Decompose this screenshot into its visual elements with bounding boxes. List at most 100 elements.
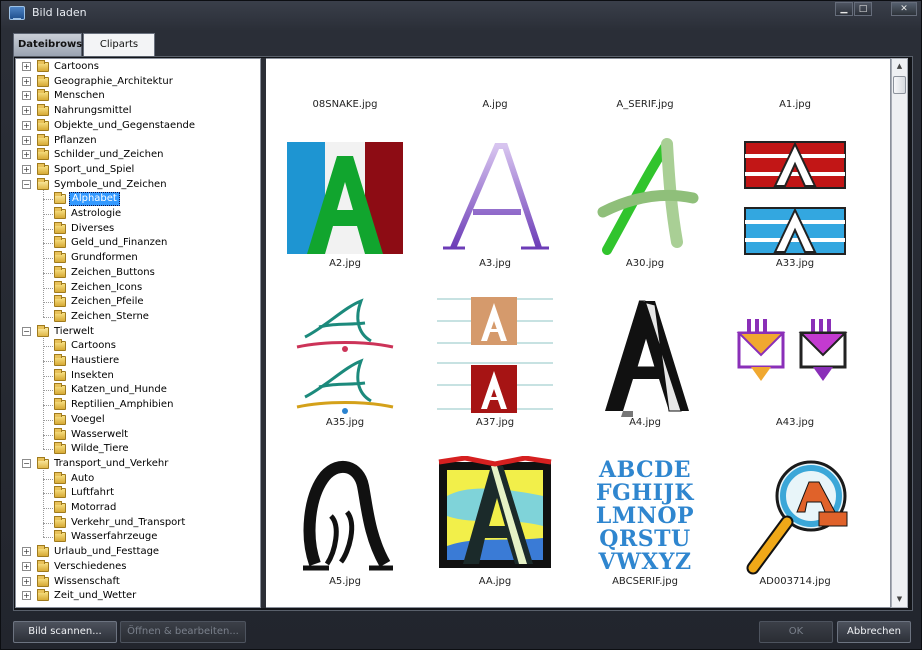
tree-item[interactable]: Wasserfahrzeuge [16, 530, 260, 544]
tree-item[interactable]: − Tierwelt [16, 324, 260, 339]
folder-icon [54, 427, 66, 440]
thumbnail-item[interactable]: A2.jpg [270, 138, 420, 290]
tree-item[interactable]: Wasserwelt [16, 427, 260, 442]
tree-item[interactable]: Zeichen_Pfeile [16, 295, 260, 309]
expander-toggle-icon[interactable]: + [22, 576, 31, 586]
expander-toggle-icon[interactable]: + [22, 135, 31, 145]
tree-item[interactable]: Diverses [16, 221, 260, 236]
tree-item[interactable]: Alphabet [16, 192, 260, 207]
tab-dateibrowser[interactable]: Dateibrowser [13, 33, 94, 56]
tree-item[interactable]: Geld_und_Finanzen [16, 236, 260, 250]
tree-item[interactable]: + Schilder_und_Zeichen [16, 148, 260, 162]
thumbnail-item[interactable]: A30.jpg [570, 138, 720, 290]
cancel-button[interactable]: Abbrechen [837, 621, 911, 643]
tree-item[interactable]: Katzen_und_Hunde [16, 383, 260, 397]
tree-item[interactable]: Astrologie [16, 207, 260, 221]
expander-toggle-icon[interactable]: + [22, 150, 31, 160]
thumbnail-grid[interactable]: 08SNAKE.jpg A.jpg A_SERIF.jpg A1.jpg A2.jpg A… [266, 58, 891, 608]
alphabet-line: QRSTU [599, 525, 691, 552]
expander-toggle-icon[interactable]: + [22, 120, 31, 130]
tree-item[interactable]: Zeichen_Buttons [16, 265, 260, 280]
tree-item[interactable]: − Transport_und_Verkehr [16, 456, 260, 471]
expander-toggle-icon[interactable]: + [22, 91, 31, 101]
thumbnail-item[interactable]: A5.jpg [270, 456, 420, 607]
thumbnail-item[interactable]: A35.jpg [270, 297, 420, 449]
tree-item[interactable]: + Urlaub_und_Festtage [16, 545, 260, 559]
expander-toggle-icon[interactable]: + [22, 106, 31, 116]
tree-item-label: Objekte_und_Gegenstaende [54, 119, 196, 131]
folder-icon [54, 192, 66, 205]
tree-item[interactable]: Zeichen_Icons [16, 280, 260, 295]
category-tree[interactable]: + Cartoons + Geographie_Architektur + Mensche… [15, 58, 261, 608]
expander-toggle-icon[interactable]: + [22, 561, 31, 571]
expander-toggle-icon[interactable]: − [22, 179, 31, 189]
tree-item[interactable]: Grundformen [16, 251, 260, 265]
scroll-down-arrow-icon[interactable]: ▼ [892, 592, 907, 607]
thumbnail-item[interactable]: AA.jpg [420, 455, 570, 607]
thumbnail-item[interactable]: 08SNAKE.jpg [270, 59, 420, 131]
ok-button[interactable]: OK [759, 621, 833, 643]
expander-toggle-icon[interactable]: + [22, 62, 31, 71]
scan-image-button[interactable]: Bild scannen... [13, 621, 117, 643]
thumbnail-item[interactable]: ABCDE FGHIJK LMNOP QRSTU VWXYZ ABCSERIF.jpg [570, 456, 720, 607]
expander-toggle-icon[interactable]: + [22, 164, 31, 174]
tree-item[interactable]: + Nahrungsmittel [16, 104, 260, 118]
letter-a-tiles-clipart [435, 297, 555, 417]
tree-item[interactable]: Zeichen_Sterne [16, 309, 260, 324]
thumbnail-filename: A30.jpg [625, 258, 665, 269]
thumbnail-item[interactable]: A37.jpg [420, 297, 570, 449]
thumbnail-item[interactable]: A4.jpg [570, 297, 720, 449]
vertical-scrollbar[interactable]: ▲ ▼ [891, 58, 908, 608]
thumbnail-filename: AA.jpg [478, 576, 512, 587]
expander-toggle-icon[interactable]: − [22, 326, 31, 336]
expander-toggle-icon[interactable]: + [22, 591, 31, 601]
tab-cliparts[interactable]: Cliparts [83, 33, 155, 56]
tree-item[interactable]: Cartoons [16, 339, 260, 353]
tree-item[interactable]: Insekten [16, 368, 260, 383]
tree-item[interactable]: Motorrad [16, 501, 260, 515]
tree-item[interactable]: + Wissenschaft [16, 574, 260, 589]
tree-item-label: Motorrad [71, 502, 117, 513]
tree-item-label: Cartoons [71, 340, 116, 352]
tree-item[interactable]: Reptilien_Amphibien [16, 398, 260, 412]
tree-item[interactable]: Auto [16, 471, 260, 486]
tree-item[interactable]: + Cartoons [16, 60, 260, 74]
thumbnail-item[interactable]: A1.jpg [720, 59, 870, 131]
tree-item[interactable]: + Geographie_Architektur [16, 74, 260, 89]
monitor-icon [9, 6, 25, 20]
tree-item[interactable]: + Pflanzen [16, 133, 260, 148]
tree-item[interactable]: Voegel [16, 412, 260, 427]
tree-item[interactable]: + Objekte_und_Gegenstaende [16, 118, 260, 133]
thumbnail-item[interactable]: AD003714.jpg [720, 456, 870, 607]
tree-item[interactable]: + Menschen [16, 89, 260, 103]
expander-toggle-icon[interactable]: + [22, 547, 31, 557]
thumbnail-item[interactable]: A.jpg [420, 59, 570, 131]
maximize-button[interactable]: □ [854, 2, 872, 16]
open-edit-button[interactable]: Öffnen & bearbeiten... [120, 621, 246, 643]
tree-item[interactable]: + Verschiedenes [16, 559, 260, 574]
tree-item[interactable]: Luftfahrt [16, 486, 260, 500]
thumbnail-item[interactable]: A33.jpg [720, 138, 870, 290]
expander-toggle-icon[interactable]: + [22, 76, 31, 86]
expander-toggle-icon[interactable]: − [22, 458, 31, 468]
thumbnail-filename: A43.jpg [775, 417, 815, 428]
close-button[interactable]: ✕ [891, 2, 917, 16]
tree-item-label: Cartoons [54, 61, 99, 72]
tree-item[interactable]: − Symbole_und_Zeichen [16, 177, 260, 192]
tree-item[interactable]: Verkehr_und_Transport [16, 515, 260, 530]
tree-item[interactable]: + Zeit_und_Wetter [16, 589, 260, 603]
tree-item[interactable]: + Sport_und_Spiel [16, 162, 260, 177]
folder-icon [54, 486, 66, 499]
thumbnail-item[interactable]: A3.jpg [420, 138, 570, 290]
thumbnail-item[interactable]: A43.jpg [720, 297, 870, 449]
folder-icon [54, 265, 66, 278]
scroll-up-arrow-icon[interactable]: ▲ [892, 59, 907, 74]
thumbnail-item[interactable]: A_SERIF.jpg [570, 59, 720, 131]
folder-icon [54, 280, 66, 293]
tree-item[interactable]: Haustiere [16, 354, 260, 368]
folder-icon [37, 559, 49, 572]
scroll-thumb[interactable] [893, 76, 906, 94]
minimize-button[interactable]: ▁ [835, 2, 853, 16]
folder-icon [37, 148, 49, 161]
tree-item[interactable]: Wilde_Tiere [16, 442, 260, 456]
